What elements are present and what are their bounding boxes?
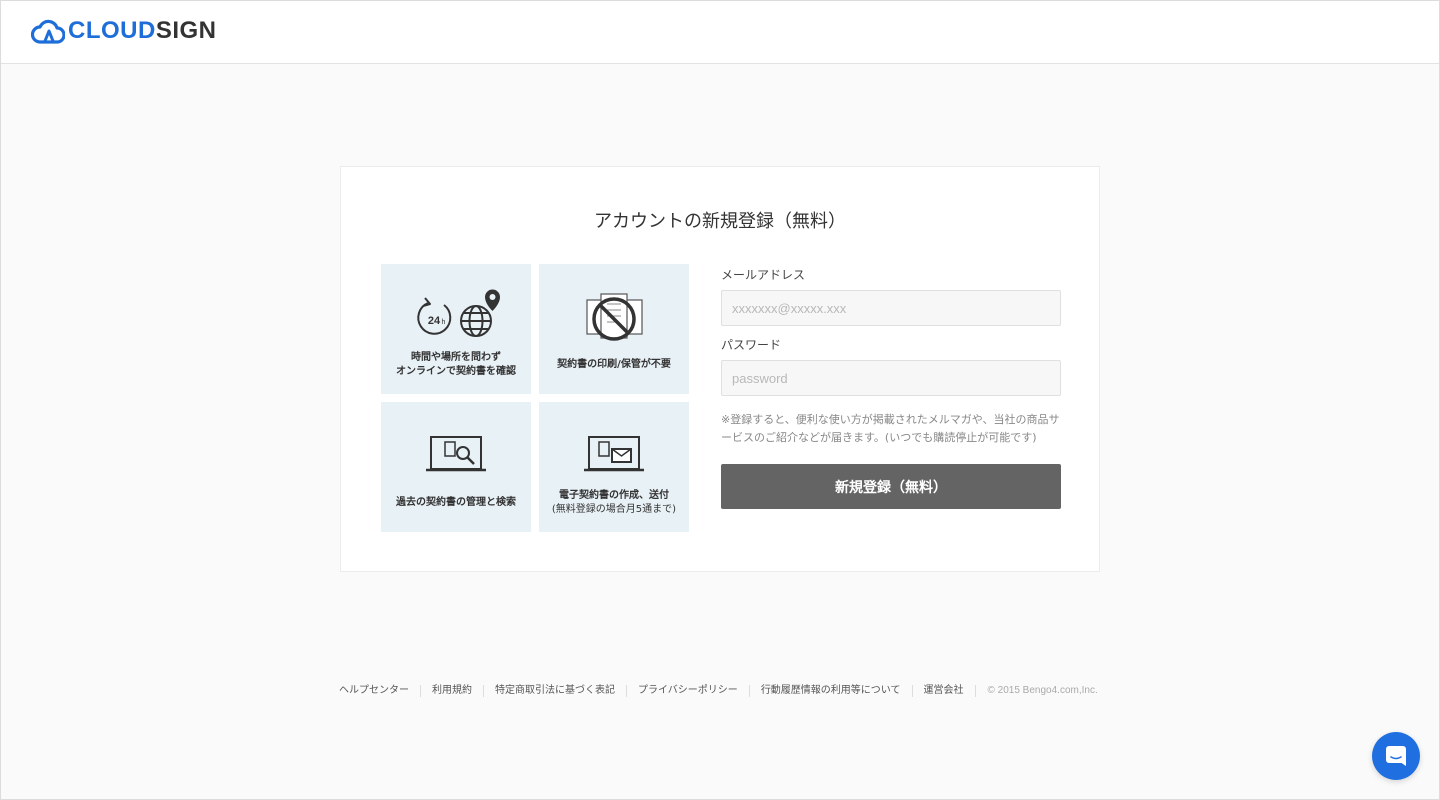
newsletter-note-line: ービスのご紹介などが届きます。(いつでも購読停止が可能です) <box>721 431 1037 444</box>
email-label: メールアドレス <box>721 268 806 282</box>
feature-tile-send: 電子契約書の作成、送付 (無料登録の場合月5通まで) <box>539 402 689 532</box>
chat-icon <box>1386 746 1406 766</box>
copyright: © 2015 Bengo4.com,Inc. <box>974 685 1098 697</box>
password-input[interactable] <box>721 360 1061 396</box>
feature-caption: 電子契約書の作成、送付 <box>559 490 669 501</box>
feature-caption: 過去の契約書の管理と検索 <box>396 497 516 508</box>
feature-caption-note: (無料登録の場合月5通まで) <box>551 504 677 515</box>
no-paper-icon <box>586 293 643 341</box>
feature-tile-search: 過去の契約書の管理と検索 <box>381 402 531 532</box>
footer-link-behavior-data[interactable]: 行動履歴情報の利用等について <box>748 685 912 697</box>
feature-tile-no-print: 契約書の印刷/保管が不要 <box>539 264 689 394</box>
feature-caption: オンラインで契約書を確認 <box>396 366 516 377</box>
feature-caption: 時間や場所を問わず <box>411 352 501 363</box>
chat-launcher-button[interactable] <box>1372 732 1420 780</box>
newsletter-note-line: ※登録すると、便利な使い方が掲載されたメルマガや、当社の商品サ <box>721 413 1060 426</box>
logo-text-cloud: CLOUD <box>68 17 156 44</box>
cloud-logo-icon <box>31 19 65 44</box>
password-label: パスワード <box>721 338 782 352</box>
signup-form: メールアドレス パスワード ※登録すると、便利な使い方が掲載されたメルマガや、当… <box>721 267 1061 509</box>
newsletter-note: ※登録すると、便利な使い方が掲載されたメルマガや、当社の商品サ ービスのご紹介な… <box>721 411 1061 447</box>
top-header: CLOUDSIGN <box>0 0 1440 64</box>
feature-tile-anytime: 24 h 時間や場所を問わず オンラインで契約書を確認 <box>381 264 531 394</box>
footer-links: ヘルプセンター 利用規約 特定商取引法に基づく表記 プライバシーポリシー 行動履… <box>339 684 1109 698</box>
footer-link-commerce-law[interactable]: 特定商取引法に基づく表記 <box>483 685 626 697</box>
footer-link-terms[interactable]: 利用規約 <box>420 685 483 697</box>
logo-text-sign: SIGN <box>155 17 217 44</box>
feature-caption: 契約書の印刷/保管が不要 <box>557 359 671 370</box>
email-input[interactable] <box>721 290 1061 326</box>
footer-link-privacy[interactable]: プライバシーポリシー <box>626 685 749 697</box>
cloudsign-logo[interactable]: CLOUDSIGN <box>31 17 217 45</box>
svg-text:24: 24 <box>428 315 441 327</box>
search-document-icon <box>426 436 486 472</box>
signup-button[interactable]: 新規登録（無料） <box>721 464 1061 509</box>
footer-link-help[interactable]: ヘルプセンター <box>339 685 420 697</box>
svg-text:h: h <box>442 319 446 326</box>
footer-link-company[interactable]: 運営会社 <box>911 685 975 697</box>
page-title: アカウントの新規登録（無料） <box>594 211 846 232</box>
signup-card: アカウントの新規登録（無料） 24 h 時間や場所を問わず オンラインで契約書を… <box>340 166 1100 572</box>
